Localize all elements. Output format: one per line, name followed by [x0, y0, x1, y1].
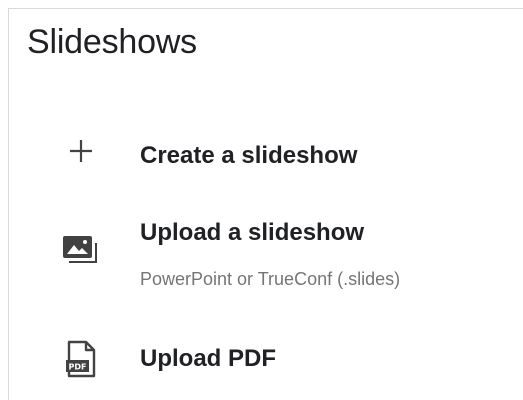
image-stack-icon: [59, 227, 103, 271]
upload-slideshow-button[interactable]: Upload a slideshow PowerPoint or TrueCon…: [9, 199, 523, 299]
panel-title: Slideshows: [27, 23, 197, 61]
pdf-file-icon: PDF: [59, 337, 103, 381]
upload-pdf-label: Upload PDF: [140, 345, 276, 372]
upload-slideshow-label: Upload a slideshow: [140, 219, 365, 246]
pdf-icon-text: PDF: [69, 363, 87, 372]
upload-slideshow-description: PowerPoint or TrueConf (.slides): [140, 269, 401, 289]
create-slideshow-label: Create a slideshow: [140, 142, 358, 169]
slideshows-panel: Slideshows Create a slideshow Upload a s…: [8, 8, 523, 400]
create-slideshow-button[interactable]: Create a slideshow: [9, 119, 523, 179]
upload-pdf-button[interactable]: PDF Upload PDF: [9, 327, 523, 387]
plus-icon: [59, 129, 103, 173]
